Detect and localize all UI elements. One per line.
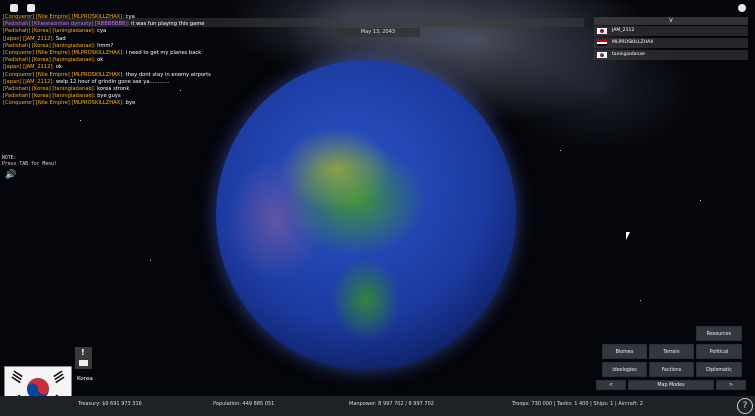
ideologies-button[interactable]: Ideologies [602,362,647,377]
chat-line: [Padishah] [Korea] [taningiadanae]: ok [3,57,211,64]
chat-message: cya [97,28,107,35]
mouse-cursor-icon [626,232,630,240]
chat-icon[interactable] [27,4,35,12]
chat-line: [Padishah] [Korea] [taningiadanae]: hmm? [3,43,211,50]
korea-flag-icon [597,52,607,58]
chat-message: welp 12 hour of grindin gone see ya.....… [55,78,170,85]
chat-line: [Japan] [JAM_2112]: Sad [3,36,211,43]
chat-line: [Padishah] [Korea] [taningiadanae]: kore… [3,86,211,93]
chat-line: [Conqueror] [Nile Empire] [MLPROSKILLZHA… [3,50,211,57]
help-button[interactable]: ? [737,398,753,414]
chat-sender[interactable]: [Japan] [JAM_2112]: [3,64,54,70]
chat-line: [Japan] [JAM_2112]: ok [3,64,211,71]
chat-message: korea stronk [97,86,130,93]
chat-line: [Conqueror] [Nile Empire] [MLPROSKILLZHA… [3,72,211,79]
player-name: taningiadanae [612,52,646,57]
map-mode-next-button[interactable]: > [716,380,746,390]
political-button[interactable]: Political [696,344,742,359]
stats-bar: Treasury: $9 691 973 316 Population: 449… [0,396,755,416]
factions-button[interactable]: Factions [649,362,694,377]
country-name: Korea [77,376,93,382]
treasury-stat: Treasury: $9 691 973 316 [78,401,142,407]
chat-message: bye [125,100,136,107]
chat-sender[interactable]: [Conqueror] [Nile Empire] [MLPROSKILLZHA… [3,50,124,56]
chat-line: [Padishah] [Korea] [taningiadanae]: cya [3,28,211,35]
chat-sender[interactable]: [Padishah] [Korea] [taningiadanae]: [3,28,95,34]
manpower-stat: Manpower: 8 997 702 / 8 997 702 [349,401,434,407]
nile-flag-icon [597,40,607,46]
top-bar [0,0,755,12]
player-list-toggle[interactable]: V [594,17,748,25]
account-icon[interactable] [738,4,746,12]
map-modes-button[interactable]: Map Modes [628,380,714,390]
chat-message: cya [125,14,135,20]
earth-globe-map[interactable] [216,60,516,370]
map-mode-prev-button[interactable]: < [596,380,626,390]
alerts-button[interactable]: ! [75,347,92,369]
chat-sender[interactable]: [Padishah] [Korea] [taningiadanae]: [3,86,95,92]
diplomatic-button[interactable]: Diplomatic [696,362,742,377]
chat-message: they dont stay in enemy airports [125,71,211,78]
chat-line: [Japan] [JAM_2112]: welp 12 hour of grin… [3,79,211,86]
player-row[interactable]: JAM_2112 [594,26,748,36]
chat-message: hmm? [97,42,114,49]
player-row[interactable]: MLPROSKILLZHAX [594,38,748,48]
player-row[interactable]: taningiadanae [594,50,748,60]
chat-line: [Padishah] [Korea] [taningiadanae]: bye … [3,93,211,100]
resources-button[interactable]: Resources [696,326,742,341]
population-stat: Population: 449 885 051 [213,401,275,407]
chat-sender[interactable]: [Padishah] [Korea] [taningiadanae]: [3,57,95,63]
chat-line: [Conqueror] [Nile Empire] [MLPROSKILLZHA… [3,14,211,21]
player-name: MLPROSKILLZHAX [612,40,654,45]
chat-line: [Padishah] [Khwarazmian dynasty] [RBBBBB… [3,21,211,28]
chat-message: ok [55,64,63,71]
speaker-icon[interactable]: 🔊 [5,170,16,180]
exclamation-icon: ! [81,348,85,357]
menu-hint: NOTE: Press TAB for Menu! [2,156,57,167]
chat-message: i need to get my planes back [125,50,202,57]
biomes-button[interactable]: Biomes [602,344,647,359]
chat-sender[interactable]: [Padishah] [Khwarazmian dynasty] [RBBBBB… [3,21,129,27]
chat-sender[interactable]: [Padishah] [Korea] [taningiadanae]: [3,93,95,99]
chat-sender[interactable]: [Conqueror] [Nile Empire] [MLPROSKILLZHA… [3,100,124,106]
japan-flag-icon [597,28,607,34]
game-date: May 13, 2043 [336,28,420,37]
player-name: JAM_2112 [612,28,635,33]
chat-line: [Conqueror] [Nile Empire] [MLPROSKILLZHA… [3,100,211,107]
chat-log: [Conqueror] [Nile Empire] [MLPROSKILLZHA… [3,14,211,108]
terrain-button[interactable]: Terrain [649,344,694,359]
chat-sender[interactable]: [Conqueror] [Nile Empire] [MLPROSKILLZHA… [3,72,124,78]
chat-message: bye guys [97,93,121,100]
roblox-menu-icon[interactable] [10,4,18,12]
chat-message: it was fun playing this game [131,21,205,28]
chat-sender[interactable]: [Padishah] [Korea] [taningiadanae]: [3,43,95,49]
chat-sender[interactable]: [Japan] [JAM_2112]: [3,36,54,42]
chat-message: ok [97,57,104,64]
chat-sender[interactable]: [Japan] [JAM_2112]: [3,79,54,85]
chat-message: Sad [55,35,66,42]
chat-sender[interactable]: [Conqueror] [Nile Empire] [MLPROSKILLZHA… [3,14,124,20]
military-stat: Troops: 730 000 | Tanks: 1 400 | Ships: … [512,401,643,407]
envelope-icon [79,360,88,366]
